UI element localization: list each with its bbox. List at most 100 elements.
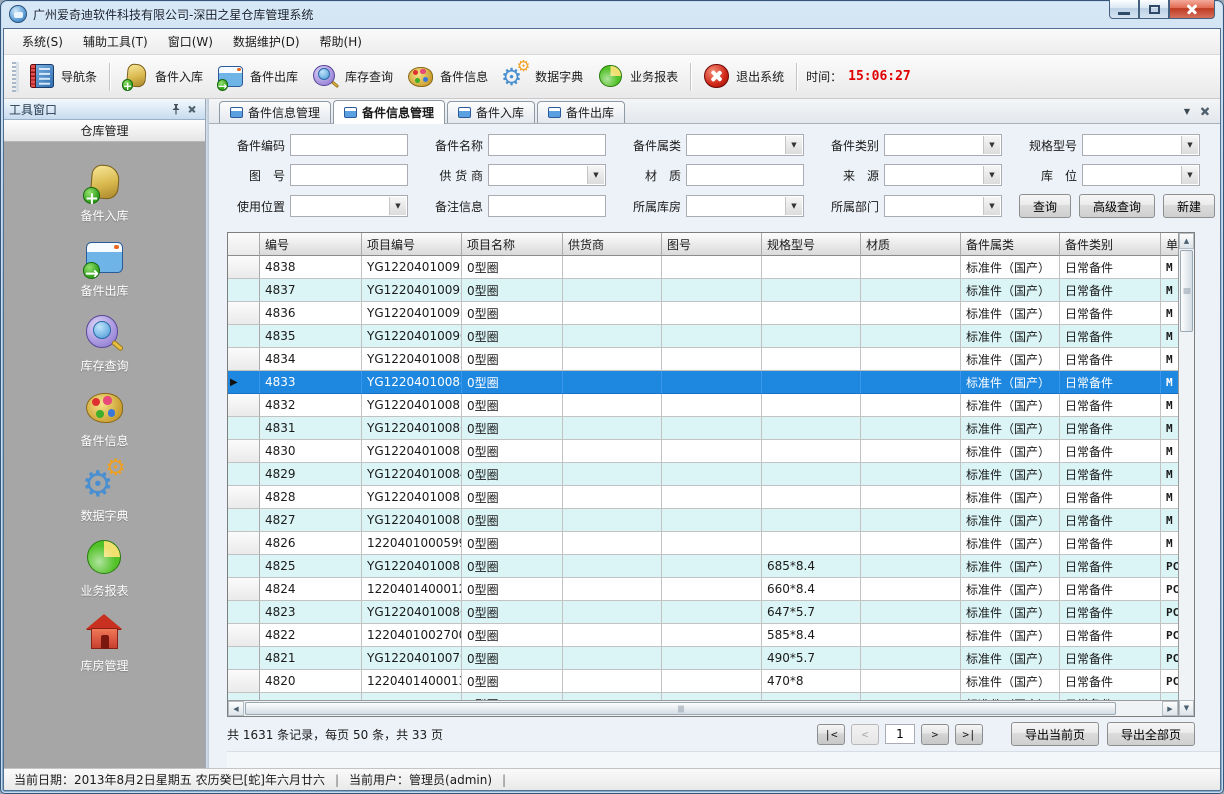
prev-page-button[interactable]: < [851, 724, 879, 745]
row-selector-cell[interactable] [228, 509, 260, 532]
table-row[interactable]: 4837YG122040100920型圈标准件（国产）日常备件M [228, 279, 1178, 302]
chevron-down-icon[interactable]: ▼ [983, 136, 1000, 154]
form-text-input[interactable] [290, 164, 408, 186]
last-page-button[interactable]: >| [955, 724, 983, 745]
menu-item-1[interactable]: 辅助工具(T) [73, 29, 158, 54]
column-header-category[interactable]: 备件类别 [1060, 233, 1161, 256]
tab-0[interactable]: 备件信息管理 [219, 101, 331, 123]
table-row[interactable]: 4829YG122040100840型圈标准件（国产）日常备件M [228, 463, 1178, 486]
row-selector-cell[interactable] [228, 394, 260, 417]
form-text-input[interactable] [290, 134, 408, 156]
table-row[interactable]: 4830YG122040100850型圈标准件（国产）日常备件M [228, 440, 1178, 463]
chevron-down-icon[interactable]: ▼ [587, 166, 604, 184]
menu-item-2[interactable]: 窗口(W) [158, 29, 223, 54]
table-row[interactable]: 4835YG122040100900型圈标准件（国产）日常备件M [228, 325, 1178, 348]
table-row[interactable]: 4823YG122040100800型圈647*5.7标准件（国产）日常备件PC [228, 601, 1178, 624]
horizontal-scroll-thumb[interactable] [245, 702, 1116, 715]
scroll-down-icon[interactable]: ▼ [1179, 700, 1194, 716]
table-row[interactable]: 4827YG122040100820型圈标准件（国产）日常备件M [228, 509, 1178, 532]
advanced-query-button[interactable]: 高级查询 [1079, 194, 1155, 218]
chevron-down-icon[interactable]: ▼ [1181, 136, 1198, 154]
sidebar-item-1[interactable]: →备件出库 [80, 237, 128, 299]
export-all-pages-button[interactable]: 导出全部页 [1107, 722, 1195, 746]
row-selector-cell[interactable] [228, 693, 260, 700]
tool-window-close-button[interactable] [184, 102, 200, 117]
minimize-button[interactable] [1109, 0, 1139, 19]
form-select[interactable]: ▼ [1082, 134, 1200, 156]
tab-close-icon[interactable] [1196, 102, 1214, 120]
table-row[interactable]: 4836YG122040100910型圈标准件（国产）日常备件M [228, 302, 1178, 325]
close-button[interactable] [1169, 0, 1215, 19]
scroll-left-icon[interactable]: ◀ [228, 701, 244, 716]
form-select[interactable]: ▼ [290, 195, 408, 217]
row-selector-cell[interactable] [228, 555, 260, 578]
table-row[interactable]: 482212204010027000型圈585*8.4标准件（国产）日常备件PC [228, 624, 1178, 647]
table-row[interactable]: 4831YG122040100860型圈标准件（国产）日常备件M [228, 417, 1178, 440]
export-current-page-button[interactable]: 导出当前页 [1011, 722, 1099, 746]
form-text-input[interactable] [488, 195, 606, 217]
column-header-material[interactable]: 材质 [861, 233, 961, 256]
column-header-id[interactable]: 编号 [260, 233, 362, 256]
chevron-down-icon[interactable]: ▼ [785, 197, 802, 215]
table-row[interactable]: ▶4833YG122040100880型圈标准件（国产）日常备件M [228, 371, 1178, 394]
chevron-down-icon[interactable]: ▼ [983, 166, 1000, 184]
row-selector-cell[interactable] [228, 647, 260, 670]
toolbar-item-3[interactable]: 库存查询 [305, 59, 400, 95]
row-selector-cell[interactable] [228, 463, 260, 486]
column-header-drawing[interactable]: 图号 [662, 233, 762, 256]
table-row[interactable]: 4821YG122040100790型圈490*5.7标准件（国产）日常备件PC [228, 647, 1178, 670]
query-button[interactable]: 查询 [1019, 194, 1071, 218]
chevron-down-icon[interactable]: ▼ [983, 197, 1000, 215]
sidebar-item-0[interactable]: +备件入库 [80, 162, 128, 224]
toolbar-item-4[interactable]: 备件信息 [400, 59, 495, 95]
new-button[interactable]: 新建 [1163, 194, 1215, 218]
form-select[interactable]: ▼ [488, 164, 606, 186]
row-selector-cell[interactable] [228, 601, 260, 624]
table-row[interactable]: 482612204010005990型圈标准件（国产）日常备件M [228, 532, 1178, 555]
row-selector-cell[interactable] [228, 256, 260, 279]
vertical-scrollbar[interactable]: ▲ ▼ [1178, 233, 1194, 716]
sidebar-item-5[interactable]: 业务报表 [80, 537, 128, 599]
toolbar-item-2[interactable]: →备件出库 [210, 59, 305, 95]
row-selector-cell[interactable] [228, 348, 260, 371]
table-row[interactable]: 4838YG122040100930型圈标准件（国产）日常备件M [228, 256, 1178, 279]
row-selector-cell[interactable] [228, 532, 260, 555]
maximize-button[interactable] [1139, 0, 1169, 19]
chevron-down-icon[interactable]: ▼ [785, 136, 802, 154]
form-select[interactable]: ▼ [884, 195, 1002, 217]
row-selector-cell[interactable] [228, 486, 260, 509]
horizontal-scrollbar[interactable]: ◀▶ [228, 700, 1178, 716]
form-text-input[interactable] [488, 134, 606, 156]
first-page-button[interactable]: |< [817, 724, 845, 745]
column-header-name[interactable]: 项目名称 [462, 233, 563, 256]
warehouse-group-title[interactable]: 仓库管理 [4, 120, 205, 142]
menu-item-4[interactable]: 帮助(H) [310, 29, 372, 54]
row-selector-cell[interactable]: ▶ [228, 371, 260, 394]
menu-item-0[interactable]: 系统(S) [12, 29, 73, 54]
tab-1[interactable]: 备件信息管理 [333, 100, 445, 124]
form-select[interactable]: ▼ [884, 164, 1002, 186]
tab-list-dropdown-icon[interactable]: ▼ [1178, 102, 1196, 120]
form-select[interactable]: ▼ [884, 134, 1002, 156]
column-header-project_no[interactable]: 项目编号 [362, 233, 462, 256]
toolbar-item-5[interactable]: ⚙⚙数据字典 [495, 59, 590, 95]
row-selector-cell[interactable] [228, 417, 260, 440]
table-row-partial[interactable]: 0型圈标准件（国产）日常备件 [228, 693, 1178, 700]
column-header-supplier[interactable]: 供货商 [563, 233, 662, 256]
table-row[interactable]: 4828YG122040100830型圈标准件（国产）日常备件M [228, 486, 1178, 509]
row-selector-cell[interactable] [228, 325, 260, 348]
table-row[interactable]: 482412204014000120型圈660*8.4标准件（国产）日常备件PC [228, 578, 1178, 601]
chevron-down-icon[interactable]: ▼ [1181, 166, 1198, 184]
row-selector-cell[interactable] [228, 302, 260, 325]
sidebar-item-3[interactable]: 备件信息 [80, 387, 128, 449]
sidebar-item-2[interactable]: 库存查询 [80, 312, 128, 374]
chevron-down-icon[interactable]: ▼ [389, 197, 406, 215]
column-header-attr[interactable]: 备件属类 [961, 233, 1060, 256]
form-select[interactable]: ▼ [686, 134, 804, 156]
toolbar-item-7[interactable]: 退出系统 [696, 59, 791, 95]
toolbar-item-1[interactable]: +备件入库 [115, 59, 210, 95]
pin-icon[interactable] [168, 102, 184, 117]
column-header-unit[interactable]: 单位 [1161, 233, 1178, 256]
form-select[interactable]: ▼ [686, 195, 804, 217]
column-header-spec[interactable]: 规格型号 [762, 233, 861, 256]
